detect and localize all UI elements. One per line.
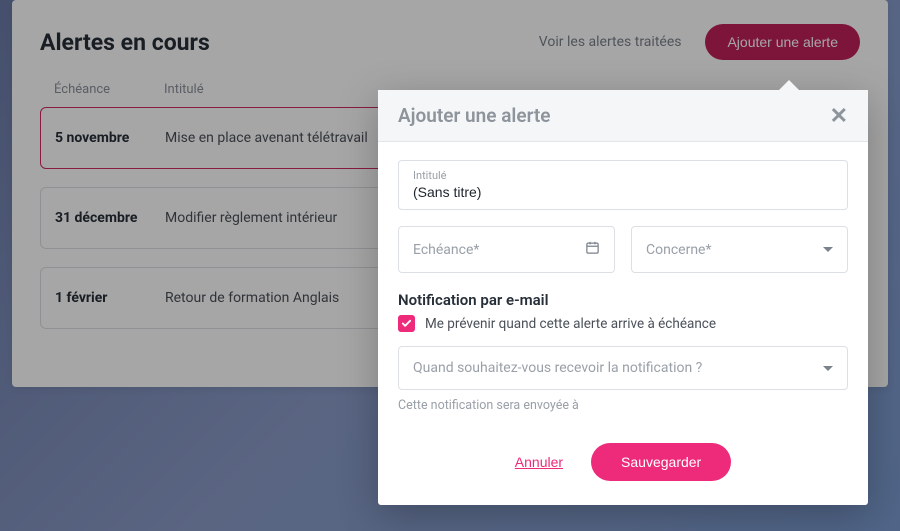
notification-when-select[interactable]: Quand souhaitez-vous recevoir la notific… (398, 346, 848, 390)
chevron-down-icon (823, 247, 833, 252)
check-icon (401, 318, 412, 329)
echeance-placeholder: Echéance* (413, 242, 479, 258)
cancel-button[interactable]: Annuler (515, 454, 563, 470)
add-alert-modal: Ajouter une alerte ✕ Intitulé Echéance* (378, 90, 868, 505)
calendar-icon (585, 240, 600, 259)
chevron-down-icon (823, 366, 833, 371)
intitule-input[interactable] (413, 184, 833, 200)
close-icon[interactable]: ✕ (830, 105, 848, 127)
notification-heading: Notification par e-mail (398, 291, 848, 309)
concerne-field[interactable]: Concerne* (631, 226, 848, 273)
save-button[interactable]: Sauvegarder (591, 443, 731, 481)
notification-help-text: Cette notification sera envoyée à (398, 398, 848, 413)
concerne-placeholder: Concerne* (646, 242, 712, 258)
modal-footer: Annuler Sauvegarder (378, 439, 868, 505)
intitule-field[interactable]: Intitulé (398, 160, 848, 210)
date-concerne-row: Echéance* Concerne* (398, 226, 848, 273)
notify-checkbox-row[interactable]: Me prévenir quand cette alerte arrive à … (398, 315, 848, 332)
notify-checkbox[interactable] (398, 315, 415, 332)
modal-title: Ajouter une alerte (398, 104, 551, 127)
notify-checkbox-label: Me prévenir quand cette alerte arrive à … (425, 316, 716, 332)
modal-arrow (778, 80, 800, 91)
echeance-field[interactable]: Echéance* (398, 226, 615, 273)
modal-header: Ajouter une alerte ✕ (378, 90, 868, 142)
intitule-label: Intitulé (413, 169, 833, 182)
notification-when-placeholder: Quand souhaitez-vous recevoir la notific… (413, 360, 702, 376)
modal-body: Intitulé Echéance* Concerne* (378, 142, 868, 439)
